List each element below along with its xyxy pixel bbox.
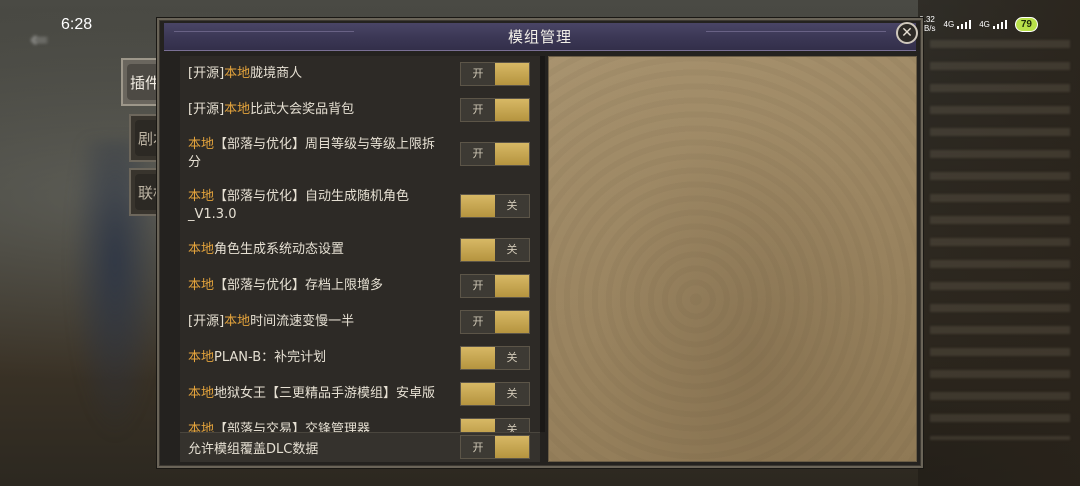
mod-label: [开源]本地时间流速变慢一半: [188, 314, 355, 329]
mod-row: 本地【部落与优化】存档上限增多 开: [180, 268, 540, 304]
mod-row: [开源]本地时间流速变慢一半 开: [180, 304, 540, 340]
mod-toggle[interactable]: 关: [460, 194, 530, 218]
mod-toggle[interactable]: 开: [460, 142, 530, 166]
background-text-lines: [930, 40, 1070, 440]
signal-icon: 4G: [944, 19, 972, 29]
mod-row: 本地地狱女王【三更精品手游模组】安卓版 关: [180, 376, 540, 412]
mod-row: [开源]本地胧境商人 开: [180, 56, 540, 92]
scrollbar[interactable]: [540, 56, 545, 432]
mod-toggle[interactable]: 关: [460, 418, 530, 432]
mod-label: 本地PLAN-B：补完计划: [188, 350, 327, 365]
status-indicators: 0.32 KB/s 4G 4G 79: [919, 15, 1038, 33]
mod-toggle[interactable]: 关: [460, 346, 530, 370]
mod-row: 本地PLAN-B：补完计划 关: [180, 340, 540, 376]
mod-row: 本地角色生成系统动态设置 关: [180, 232, 540, 268]
mod-label: [开源]本地比武大会奖品背包: [188, 102, 355, 117]
title-bar: 模组管理: [164, 23, 916, 51]
mod-label: 本地【部落与优化】自动生成随机角色_V1.3.0: [188, 189, 410, 222]
close-icon[interactable]: ✕: [896, 22, 918, 44]
mod-preview-image: [548, 56, 917, 462]
dlc-override-label: 允许模组覆盖DLC数据: [188, 442, 319, 457]
mod-label: 本地【部落与优化】存档上限增多: [188, 278, 384, 293]
mod-toggle[interactable]: 开: [460, 62, 530, 86]
mod-toggle[interactable]: 开: [460, 98, 530, 122]
dlc-override-row: 允许模组覆盖DLC数据 开: [180, 432, 540, 462]
mod-row: 本地【部落与优化】自动生成随机角色_V1.3.0 关: [180, 180, 540, 232]
mod-row: [开源]本地比武大会奖品背包 开: [180, 92, 540, 128]
mod-row: 本地【部落与优化】周目等级与等级上限拆分 开: [180, 128, 540, 180]
signal-icon-2: 4G: [979, 19, 1007, 29]
mod-toggle[interactable]: 关: [460, 382, 530, 406]
mod-label: 本地地狱女王【三更精品手游模组】安卓版: [188, 386, 436, 401]
mod-label: [开源]本地胧境商人: [188, 66, 303, 81]
mod-toggle[interactable]: 关: [460, 238, 530, 262]
mod-toggle[interactable]: 开: [460, 274, 530, 298]
panel-title: 模组管理: [507, 28, 572, 46]
mod-row: 本地【部落与交易】交锋管理器 关: [180, 412, 540, 432]
back-arrow-icon: ⇐: [30, 28, 49, 53]
mod-label: 本地角色生成系统动态设置: [188, 242, 345, 257]
mod-label: 本地【部落与优化】周目等级与等级上限拆分: [188, 137, 436, 170]
battery-icon: 79: [1014, 16, 1038, 32]
status-time: 6:28: [61, 16, 93, 33]
mod-toggle[interactable]: 开: [460, 310, 530, 334]
mod-label: 本地【部落与交易】交锋管理器: [188, 422, 371, 432]
mod-manager-panel: 模组管理 [开源]本地胧境商人 开 [开源]本地比武大会奖品背包 开 本地【部落…: [157, 18, 923, 468]
dlc-override-toggle[interactable]: 开: [460, 435, 530, 459]
mod-list[interactable]: [开源]本地胧境商人 开 [开源]本地比武大会奖品背包 开 本地【部落与优化】周…: [180, 56, 540, 432]
